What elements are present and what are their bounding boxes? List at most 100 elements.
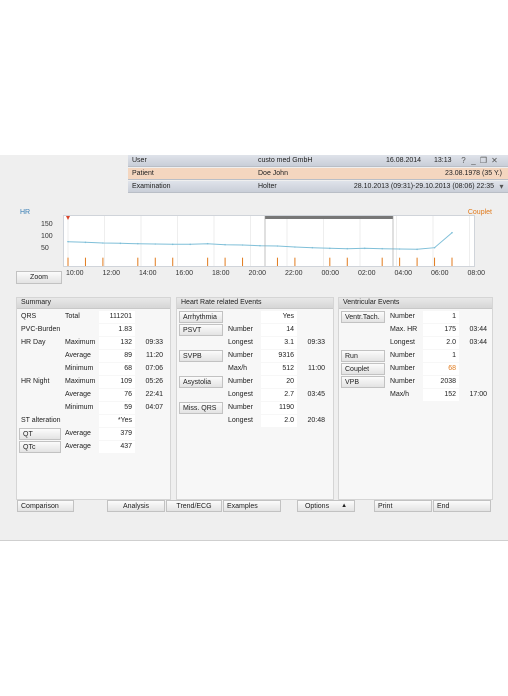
hr-point bbox=[171, 243, 174, 246]
close-icon[interactable]: ✕ bbox=[490, 156, 499, 165]
panel-row: QRS Total 111201 bbox=[17, 311, 170, 324]
row-sublabel: Average bbox=[65, 352, 91, 359]
row-sublabel: Minimum bbox=[65, 365, 94, 372]
row-sublabel: Longest bbox=[390, 339, 415, 346]
panel-row: Max. HR 175 03:44 bbox=[339, 324, 492, 337]
restore-icon[interactable]: ❐ bbox=[479, 156, 488, 165]
row-value: 437 bbox=[99, 441, 135, 453]
hr-point bbox=[346, 247, 349, 250]
row-value: 111201 bbox=[99, 311, 135, 323]
row-sublabel: Minimum bbox=[65, 404, 94, 411]
row-time: 03:44 bbox=[469, 326, 487, 333]
hr-tick-label: 50 bbox=[41, 245, 49, 252]
row-value: 3.1 bbox=[261, 337, 297, 349]
minimize-icon[interactable]: _ bbox=[469, 156, 478, 165]
row-value: 1.83 bbox=[99, 324, 135, 336]
selection-range-bar[interactable] bbox=[265, 216, 393, 219]
hr-point bbox=[67, 240, 69, 243]
panel-row-button[interactable]: Miss. QRS bbox=[179, 402, 223, 414]
row-value: 68 bbox=[423, 363, 459, 375]
panel-row-button[interactable]: VPB bbox=[341, 376, 385, 388]
time-tick-label: 12:00 bbox=[102, 270, 121, 277]
hr-point bbox=[241, 244, 244, 246]
chart-plot-area[interactable] bbox=[63, 215, 475, 267]
row-sublabel: Longest bbox=[228, 417, 253, 424]
row-sublabel: Total bbox=[65, 313, 80, 320]
row-time: 04:07 bbox=[145, 404, 163, 411]
options-label: Options bbox=[304, 502, 330, 510]
row-time: 09:33 bbox=[145, 339, 163, 346]
hr-point bbox=[119, 242, 122, 245]
dropdown-arrow-icon[interactable]: ▾ bbox=[497, 182, 506, 191]
print-button[interactable]: Print bbox=[374, 500, 432, 512]
trend-ecg-button[interactable]: Trend/ECG bbox=[166, 500, 222, 512]
panel-row: Longest 2.0 03:44 bbox=[339, 337, 492, 350]
user-value: custo med GmbH bbox=[258, 157, 313, 164]
panel-row-button[interactable]: Ventr.Tach. bbox=[341, 311, 385, 323]
row-time: 07:06 bbox=[145, 365, 163, 372]
start-marker-icon bbox=[66, 216, 70, 220]
panel-row-button[interactable]: QTc bbox=[19, 441, 61, 453]
examination-range: 28.10.2013 (09:31)-29.10.2013 (08:06) 22… bbox=[353, 183, 494, 190]
hr-point bbox=[102, 242, 104, 244]
row-time: 09:33 bbox=[307, 339, 325, 346]
help-icon[interactable]: ? bbox=[459, 156, 468, 165]
row-value: 14 bbox=[261, 324, 297, 336]
row-label: HR Night bbox=[21, 378, 50, 385]
panel-row: PVC-Burden 1.83 bbox=[17, 324, 170, 337]
comparison-button[interactable]: Comparison bbox=[17, 500, 74, 512]
time-tick-label: 20:00 bbox=[248, 270, 267, 277]
summary-title: Summary bbox=[17, 298, 170, 309]
row-sublabel: Average bbox=[65, 430, 91, 437]
panel-row-button[interactable]: Couplet bbox=[341, 363, 385, 375]
panel-row-button[interactable]: SVPB bbox=[179, 350, 223, 362]
row-time: 11:00 bbox=[308, 365, 325, 372]
caret-up-icon: ▲ bbox=[341, 503, 348, 509]
zoom-button[interactable]: Zoom bbox=[16, 271, 62, 284]
row-value: 379 bbox=[99, 428, 135, 440]
hr-point bbox=[433, 246, 436, 249]
panel-row: Miss. QRS Number 1190 bbox=[177, 402, 333, 415]
row-value: 20 bbox=[261, 376, 297, 388]
hr-tick-label: 150 bbox=[41, 221, 53, 228]
panel-row-button[interactable]: Arrhythmia bbox=[179, 311, 223, 323]
hr-events-panel: Heart Rate related Events Arrhythmia Yes P… bbox=[176, 297, 334, 500]
panel-row: HR Night Maximum 109 05:26 bbox=[17, 376, 170, 389]
holter-app-window: User custo med GmbH 16.08.2014 13:13 ? _… bbox=[0, 155, 508, 541]
hr-point bbox=[276, 245, 279, 247]
hr-point bbox=[206, 242, 209, 245]
options-button[interactable]: Options ▲ bbox=[297, 500, 355, 512]
panel-row-button[interactable]: PSVT bbox=[179, 324, 223, 336]
analysis-button[interactable]: Analysis bbox=[107, 500, 165, 512]
row-sublabel: Number bbox=[390, 378, 415, 385]
date-value: 16.08.2014 bbox=[386, 157, 422, 164]
row-value: 109 bbox=[99, 376, 135, 388]
hr-axis-label: HR bbox=[20, 209, 31, 216]
row-value: *Yes bbox=[99, 415, 135, 427]
row-sublabel: Number bbox=[228, 352, 253, 359]
row-time: 17:00 bbox=[469, 391, 487, 398]
row-value: 1190 bbox=[261, 402, 297, 414]
examples-button[interactable]: Examples bbox=[223, 500, 281, 512]
examination-row[interactable]: Examination Holter 28.10.2013 (09:31)-29… bbox=[128, 181, 508, 193]
hr-point bbox=[398, 248, 401, 250]
row-time: 03:44 bbox=[469, 339, 487, 346]
row-value: 9316 bbox=[261, 350, 297, 362]
hr-point bbox=[381, 247, 383, 250]
hr-point bbox=[451, 231, 453, 234]
panel-row: Max/h 512 11:00 bbox=[177, 363, 333, 376]
row-value: 2.7 bbox=[261, 389, 297, 401]
patient-name: Doe John bbox=[258, 170, 288, 177]
row-sublabel: Number bbox=[228, 326, 253, 333]
ventricular-title: Ventricular Events bbox=[339, 298, 492, 309]
panel-row-button[interactable]: QT bbox=[19, 428, 61, 440]
panel-row-button[interactable]: Asystolia bbox=[179, 376, 223, 388]
panel-row-button[interactable]: Run bbox=[341, 350, 385, 362]
hr-point bbox=[329, 247, 331, 250]
row-sublabel: Number bbox=[390, 313, 415, 320]
patient-dob: 23.08.1978 (35 Y.) bbox=[445, 170, 502, 177]
end-button[interactable]: End bbox=[433, 500, 491, 512]
time-tick-label: 00:00 bbox=[321, 270, 340, 277]
panel-row: QT Average 379 bbox=[17, 428, 170, 441]
hr-point bbox=[224, 243, 226, 246]
